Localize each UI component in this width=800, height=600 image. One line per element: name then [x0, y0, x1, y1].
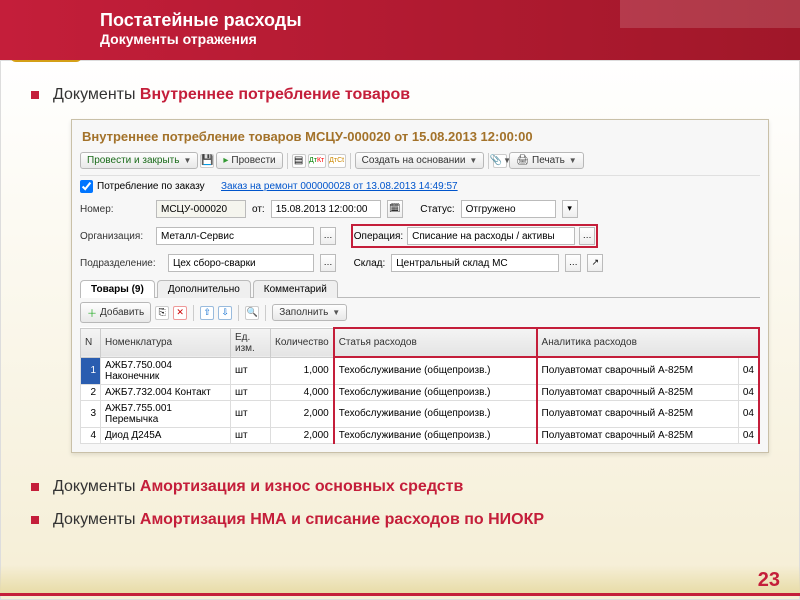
header-band	[620, 0, 800, 28]
table-row[interactable]: 4Диод Д245Ашт2,000Техобслуживание (общеп…	[81, 427, 760, 443]
footer-line	[0, 593, 800, 596]
search-icon[interactable]: 🔍	[245, 306, 259, 320]
goods-grid: N Номенклатура Ед. изм. Количество Стать…	[80, 327, 760, 444]
status-label: Статус:	[420, 204, 454, 215]
slide-subtitle: Документы отражения	[100, 31, 780, 47]
col-qty[interactable]: Количество	[271, 328, 334, 357]
print-button[interactable]: 🖨Печать▼	[509, 152, 583, 169]
col-unit[interactable]: Ед. изм.	[231, 328, 271, 357]
status-field[interactable]	[461, 200, 556, 218]
dtct-icon[interactable]: ДтCt	[328, 154, 346, 168]
col-item[interactable]: Номенклатура	[101, 328, 231, 357]
bullet-icon	[31, 483, 39, 491]
bullet-prefix: Документы	[53, 86, 140, 103]
bullet-prefix: Документы	[53, 511, 140, 528]
save-icon[interactable]: 💾	[200, 154, 214, 168]
checkbox-label: Потребление по заказу	[97, 181, 205, 192]
bullet-text: Документы Внутреннее потребление товаров	[53, 86, 410, 104]
create-based-button[interactable]: Создать на основании▼	[355, 152, 485, 169]
post-and-close-button[interactable]: Провести и закрыть▼	[80, 152, 198, 169]
warehouse-open-icon[interactable]: ↗	[587, 254, 603, 272]
bullet-emphasis: Амортизация и износ основных средств	[140, 478, 463, 495]
bullet-icon	[31, 516, 39, 524]
date-picker-icon[interactable]: 🗓	[387, 200, 403, 218]
slide-header: Постатейные расходы Документы отражения	[0, 0, 800, 60]
row-number: Номер: от: 🗓 Статус: ▾	[80, 197, 760, 221]
tab-additional[interactable]: Дополнительно	[157, 280, 251, 298]
row-dept: Подразделение: … Склад: … ↗	[80, 251, 760, 275]
operation-label: Операция:	[354, 231, 403, 242]
slide-body: Документы Внутреннее потребление товаров…	[0, 60, 800, 600]
table-row[interactable]: 3АЖБ7.755.001 Перемычкашт2,000Техобслужи…	[81, 400, 760, 427]
dtkt-icon[interactable]: ДтКт	[308, 154, 326, 168]
table-row[interactable]: 2АЖБ7.732.004 Контактшт4,000Техобслужива…	[81, 384, 760, 400]
move-down-icon[interactable]: ⇩	[218, 306, 232, 320]
table-row[interactable]: 1АЖБ7.750.004 Наконечникшт1,000Техобслуж…	[81, 357, 760, 384]
bullet-text: Документы Амортизация и износ основных с…	[53, 478, 463, 496]
operation-highlight: Операция: …	[351, 224, 598, 248]
number-label: Номер:	[80, 204, 150, 215]
checkbox-row: Потребление по заказу Заказ на ремонт 00…	[80, 176, 760, 197]
from-label: от:	[252, 204, 265, 215]
operation-field[interactable]	[407, 227, 575, 245]
main-toolbar: Провести и закрыть▼ 💾 ▸Провести ▤ ДтКт Д…	[80, 150, 760, 176]
report-icon[interactable]: ▤	[292, 154, 306, 168]
attach-icon[interactable]: 📎▼	[493, 154, 507, 168]
window-title: Внутреннее потребление товаров МСЦУ-0000…	[80, 126, 760, 150]
warehouse-select-icon[interactable]: …	[565, 254, 581, 272]
col-analytics[interactable]: Аналитика расходов	[537, 328, 759, 357]
warehouse-field[interactable]	[391, 254, 559, 272]
footer-shade	[0, 565, 800, 593]
row-org: Организация: … Операция: …	[80, 221, 760, 251]
add-row-button[interactable]: ＋Добавить	[80, 302, 151, 323]
bullet-prefix: Документы	[53, 478, 140, 495]
dept-select-icon[interactable]: …	[320, 254, 336, 272]
order-link[interactable]: Заказ на ремонт 000000028 от 13.08.2013 …	[221, 181, 458, 192]
grid-toolbar: ＋Добавить ⎘ ✕ ⇧ ⇩ 🔍 Заполнить▼	[80, 298, 760, 327]
org-label: Организация:	[80, 231, 150, 242]
bullet-3: Документы Амортизация НМА и списание рас…	[31, 511, 769, 529]
operation-select-icon[interactable]: …	[579, 227, 595, 245]
tab-goods[interactable]: Товары (9)	[80, 280, 155, 298]
date-field[interactable]	[271, 200, 381, 218]
col-n[interactable]: N	[81, 328, 101, 357]
bullet-emphasis: Внутреннее потребление товаров	[140, 86, 410, 103]
org-select-icon[interactable]: …	[320, 227, 336, 245]
bullet-emphasis: Амортизация НМА и списание расходов по Н…	[140, 511, 544, 528]
bullet-text: Документы Амортизация НМА и списание рас…	[53, 511, 544, 529]
org-field[interactable]	[156, 227, 314, 245]
bullet-icon	[31, 91, 39, 99]
post-button[interactable]: ▸Провести	[216, 152, 282, 169]
bullet-2: Документы Амортизация и износ основных с…	[31, 478, 769, 496]
warehouse-label: Склад:	[354, 258, 386, 269]
dept-field[interactable]	[168, 254, 314, 272]
copy-row-icon[interactable]: ⎘	[155, 306, 169, 320]
status-dropdown-icon[interactable]: ▾	[562, 200, 578, 218]
delete-row-icon[interactable]: ✕	[173, 306, 187, 320]
fill-button[interactable]: Заполнить▼	[272, 304, 347, 321]
number-field[interactable]	[156, 200, 246, 218]
app-window: Внутреннее потребление товаров МСЦУ-0000…	[71, 119, 769, 453]
tab-comment[interactable]: Комментарий	[253, 280, 338, 298]
bullet-1: Документы Внутреннее потребление товаров	[31, 86, 769, 104]
dept-label: Подразделение:	[80, 258, 162, 269]
order-consumption-checkbox[interactable]	[80, 180, 93, 193]
col-expense[interactable]: Статья расходов	[334, 328, 537, 357]
page-number: 23	[758, 569, 780, 592]
move-up-icon[interactable]: ⇧	[200, 306, 214, 320]
tabs: Товары (9) Дополнительно Комментарий	[80, 279, 760, 298]
